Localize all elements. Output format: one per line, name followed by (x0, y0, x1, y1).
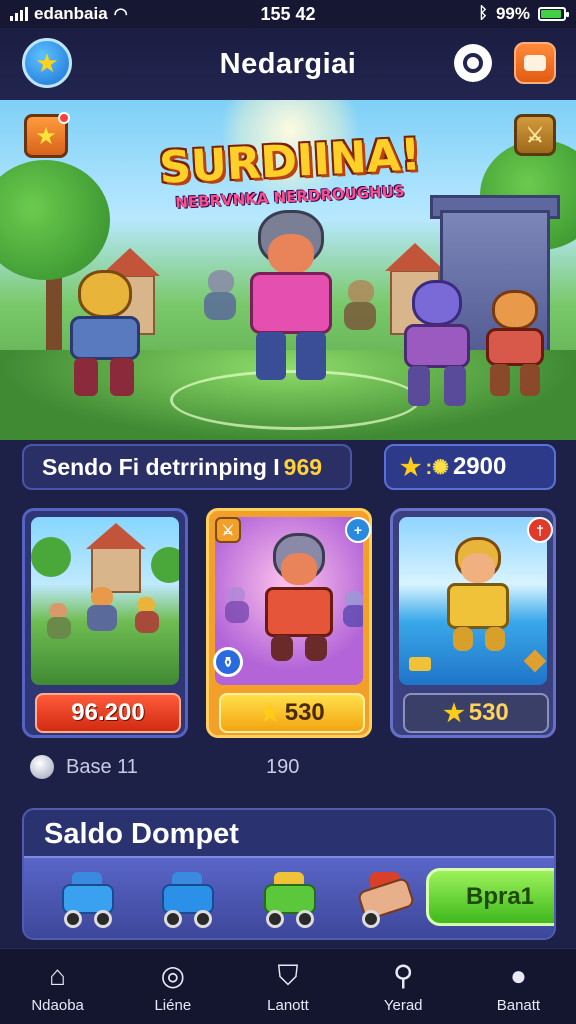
status-right: ᛒ 99% (366, 4, 569, 24)
nav-label: Banatt (496, 997, 541, 1014)
base-row: Base 11 190 (30, 752, 550, 782)
base-count: 190 (266, 755, 300, 778)
info-number: 969 (283, 453, 323, 480)
card-art-water-hero (399, 517, 547, 685)
wallet-action-label: Bpra1 (465, 883, 535, 910)
wallet-items-tray: Bpra1 (24, 856, 554, 938)
shop-card[interactable]: † ★ 530 (390, 508, 556, 738)
headset-icon: ◎ (160, 960, 186, 991)
account-button[interactable] (454, 44, 492, 82)
currency-pill[interactable]: ★ :✺ 2900 (384, 444, 556, 490)
info-label: Sendo Fi detrrinping I (42, 453, 280, 480)
search-icon: ⚲ (392, 960, 414, 991)
gem-icon: :✺ (425, 456, 449, 479)
status-left: edanbaia ◠ (10, 4, 210, 24)
nav-label: Ndaoba (31, 997, 84, 1014)
purple-knight-character (398, 280, 478, 410)
card-sword-badge-icon: ⚔ (215, 517, 241, 543)
vehicle-item-icon[interactable] (58, 872, 118, 930)
gold-warrior-character (60, 270, 150, 400)
shield-icon: ⛉ (277, 960, 299, 991)
background-soldier (200, 270, 240, 340)
base-orb-icon (30, 755, 54, 779)
wifi-icon: ◠ (113, 6, 128, 23)
profile-icon: ● (509, 960, 527, 991)
bottom-nav: ⌂ Ndaoba ◎ Liéne ⛉ Lanott ⚲ Yerad ● Bana… (0, 948, 576, 1024)
chat-button[interactable] (514, 42, 556, 84)
home-icon: ⌂ (49, 960, 67, 991)
shop-card-featured[interactable]: ⚔ + ⚱ ★ 530 (206, 508, 372, 738)
star-icon: ★ (259, 699, 281, 727)
status-bar: edanbaia ◠ 155 42 ᛒ 99% (0, 0, 576, 28)
bluetooth-icon: ᛒ (478, 5, 488, 22)
battery-icon (538, 7, 569, 21)
user-ring-icon (463, 53, 483, 73)
nav-item-search[interactable]: ⚲ Yerad (346, 949, 461, 1024)
card-price: 96.200 (71, 699, 145, 726)
card-art-village (31, 517, 179, 685)
carrier-name: edanbaia (34, 4, 108, 23)
banner-star-button[interactable]: ★ (24, 112, 70, 158)
signal-icon (10, 7, 28, 21)
battery-percent: 99% (495, 4, 530, 23)
card-alert-badge-icon: † (527, 517, 553, 543)
wallet-action-button[interactable]: Bpra1 (426, 868, 554, 926)
card-price: 530 (284, 699, 325, 726)
app-header: ★ Nedargiai (0, 28, 576, 100)
nav-label: Yerad (383, 997, 423, 1014)
house-roof (385, 243, 445, 271)
chat-icon (524, 55, 546, 71)
shop-card[interactable]: 96.200 (22, 508, 188, 738)
coin-amount: 2900 (452, 453, 507, 480)
main-hero-character (236, 210, 346, 390)
nav-item-profile[interactable]: ● Banatt (461, 949, 576, 1024)
vehicle-item-icon[interactable] (356, 872, 416, 930)
star-icon: ★ (35, 47, 59, 78)
wallet-panel: Saldo Dompet Bpra1 (22, 808, 556, 940)
background-soldier (340, 280, 380, 350)
star-icon: ★ (443, 699, 465, 727)
tree (0, 160, 110, 280)
nav-item-clan[interactable]: ⛉ Lanott (230, 949, 345, 1024)
promo-banner[interactable]: SURDIINA! NEBRVNKA NERDROUGHUS ★ ⚔ (0, 100, 576, 440)
sword-icon: ⚔ (526, 124, 544, 147)
star-icon: ★ (400, 453, 422, 481)
favorites-button[interactable]: ★ (22, 38, 72, 88)
page-title: Nedargiai (219, 47, 357, 80)
status-time: 155 42 (260, 3, 316, 24)
card-potion-icon: ⚱ (213, 647, 243, 677)
card-price-button[interactable]: ★ 530 (403, 693, 549, 733)
nav-label: Liéne (154, 997, 192, 1014)
notification-dot (58, 112, 70, 124)
card-price: 530 (468, 699, 509, 726)
star-icon: ★ (35, 122, 57, 150)
base-label: Base 11 (66, 755, 138, 778)
nav-item-support[interactable]: ◎ Liéne (115, 949, 230, 1024)
orange-fighter-character (480, 290, 550, 400)
nav-item-home[interactable]: ⌂ Ndaoba (0, 949, 115, 1024)
vehicle-item-icon[interactable] (158, 872, 218, 930)
card-price-button[interactable]: ★ 530 (219, 693, 365, 733)
info-pill[interactable]: Sendo Fi detrrinping I 969 (22, 444, 352, 490)
banner-battle-button[interactable]: ⚔ (514, 114, 556, 156)
card-plus-badge-icon: + (345, 517, 371, 543)
wallet-title: Saldo Dompet (44, 818, 239, 850)
vehicle-item-icon[interactable] (260, 872, 320, 930)
nav-label: Lanott (267, 997, 309, 1014)
card-price-button[interactable]: 96.200 (35, 693, 181, 733)
